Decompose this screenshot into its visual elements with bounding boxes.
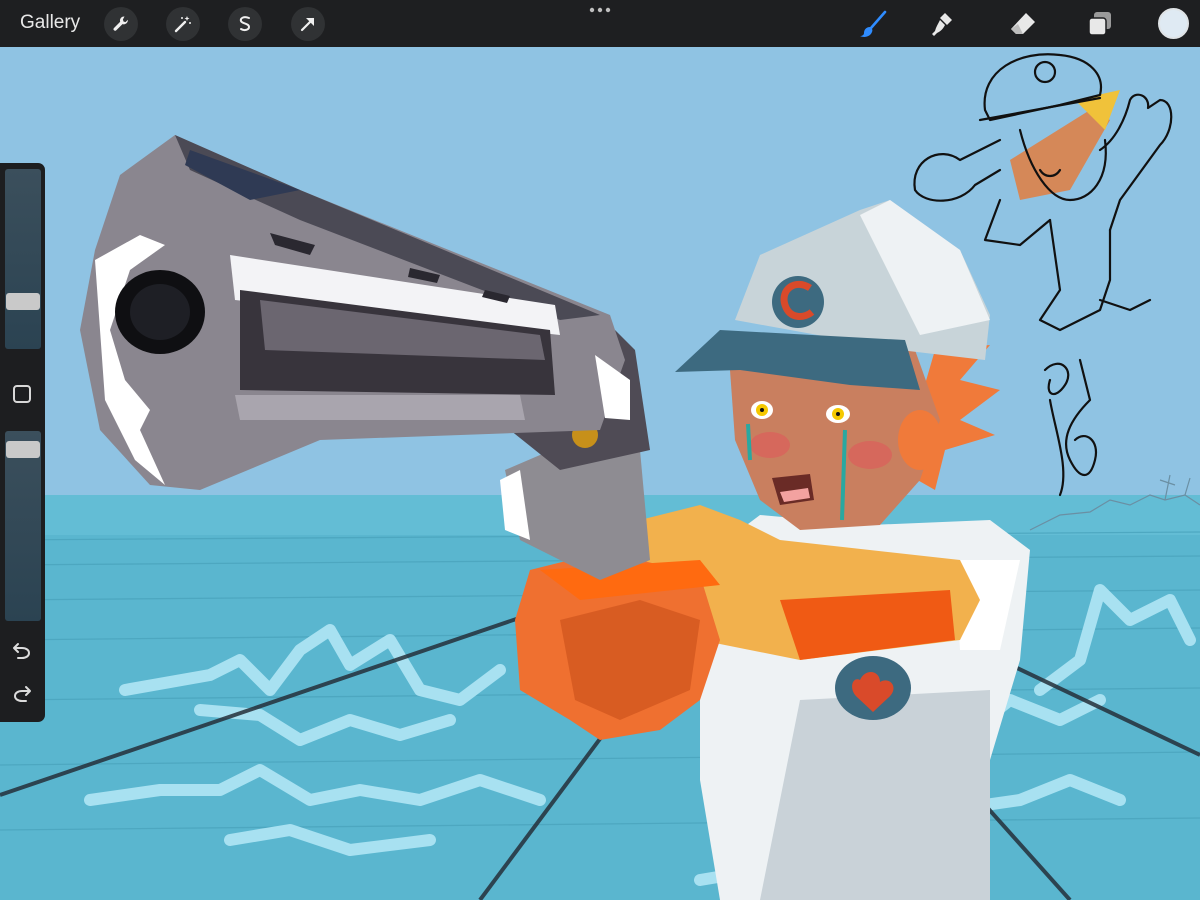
magic-wand-icon (174, 16, 191, 33)
redo-icon[interactable] (10, 682, 34, 706)
modify-button[interactable] (13, 385, 31, 403)
drawing-canvas[interactable] (0, 47, 1200, 900)
smudge-icon (932, 13, 952, 36)
more-options-icon[interactable] (588, 4, 612, 16)
brush-size-slider[interactable] (5, 169, 41, 349)
smudge-tool-button[interactable] (925, 7, 961, 41)
transform-button[interactable] (291, 7, 325, 41)
actions-button[interactable] (104, 7, 138, 41)
brush-sidebar (0, 163, 45, 722)
adjustments-button[interactable] (166, 7, 200, 41)
layers-icon (1088, 12, 1111, 36)
color-picker-swatch[interactable] (1158, 8, 1189, 39)
wrench-icon (113, 16, 128, 31)
selection-icon (239, 16, 251, 32)
undo-icon[interactable] (10, 639, 34, 663)
opacity-thumb[interactable] (6, 441, 40, 458)
top-toolbar: Gallery (0, 0, 1200, 47)
eraser-tool-button[interactable] (1005, 7, 1041, 41)
opacity-slider[interactable] (5, 431, 41, 621)
layers-button[interactable] (1082, 7, 1118, 41)
gallery-button[interactable]: Gallery (20, 12, 80, 34)
brush-icon (860, 10, 887, 37)
arrow-icon (300, 17, 315, 32)
selection-button[interactable] (228, 7, 262, 41)
brush-size-thumb[interactable] (6, 293, 40, 310)
eraser-icon (1011, 13, 1035, 34)
brush-tool-button[interactable] (855, 7, 891, 41)
